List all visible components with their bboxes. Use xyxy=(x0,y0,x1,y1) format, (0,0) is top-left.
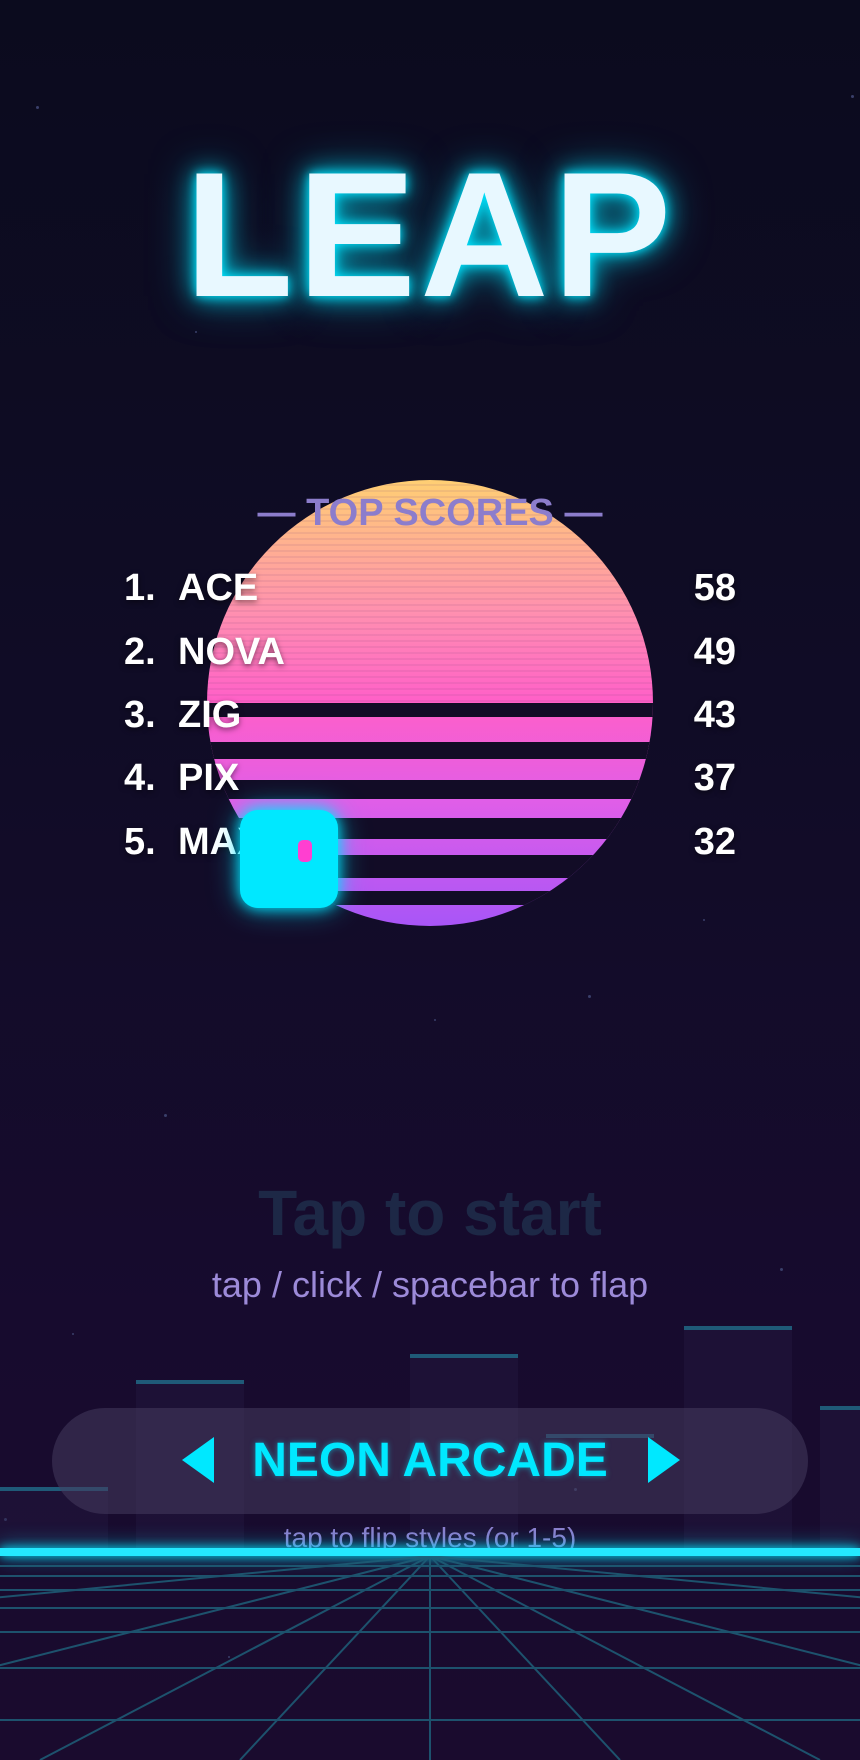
game-screen[interactable]: LEAP — TOP SCORES — 1. ACE 58 2. NOVA 49… xyxy=(0,0,860,1760)
score-rank: 3. xyxy=(124,694,156,736)
star xyxy=(434,1019,436,1021)
skyline-rooftop xyxy=(684,1326,792,1330)
score-value: 43 xyxy=(693,694,736,736)
star xyxy=(703,919,705,921)
score-rank: 4. xyxy=(124,757,156,799)
player-bird xyxy=(240,810,338,908)
score-row: 4. PIX 37 xyxy=(0,750,860,806)
score-row: 2. NOVA 49 xyxy=(0,624,860,680)
star xyxy=(588,995,591,998)
score-rank: 5. xyxy=(124,821,156,863)
score-rank: 1. xyxy=(124,567,156,609)
score-value: 37 xyxy=(693,757,736,799)
score-name: ZIG xyxy=(178,694,242,736)
game-title: LEAP xyxy=(184,135,676,334)
perspective-grid xyxy=(0,1556,860,1760)
score-name: PIX xyxy=(178,757,240,799)
neon-horizon-line xyxy=(0,1548,860,1556)
top-scores-title: — TOP SCORES — xyxy=(257,492,603,534)
star xyxy=(36,106,39,109)
score-row: 1. ACE 58 xyxy=(0,560,860,616)
score-value: 32 xyxy=(693,821,736,863)
tap-to-start-prompt: Tap to start xyxy=(258,1177,602,1249)
control-hint: tap / click / spacebar to flap xyxy=(211,1264,649,1305)
score-name: NOVA xyxy=(178,631,285,673)
bird-eye xyxy=(298,840,312,862)
score-rank: 2. xyxy=(124,631,156,673)
triangle-right-icon[interactable] xyxy=(648,1437,680,1483)
skyline-rooftop xyxy=(136,1380,244,1384)
star xyxy=(851,95,854,98)
star xyxy=(164,1114,167,1117)
score-row: 3. ZIG 43 xyxy=(0,687,860,743)
skyline-rooftop xyxy=(820,1406,860,1410)
skyline-rooftop xyxy=(410,1354,518,1358)
score-row: 5. MAX 32 xyxy=(0,814,860,870)
score-value: 58 xyxy=(693,567,736,609)
star xyxy=(72,1333,74,1335)
score-name: ACE xyxy=(178,567,259,609)
current-style-label[interactable]: NEON ARCADE xyxy=(0,1431,860,1491)
score-value: 49 xyxy=(693,631,736,673)
